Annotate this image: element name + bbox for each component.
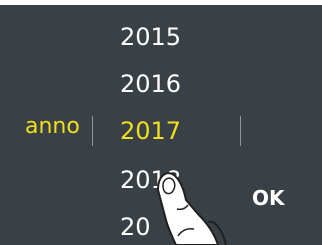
year-option-2016[interactable]: 2016: [120, 70, 220, 98]
selection-divider-right: [240, 116, 241, 146]
year-option-selected[interactable]: 2017: [120, 117, 220, 145]
year-option-2018[interactable]: 2018: [120, 166, 220, 194]
field-label-anno: anno: [25, 114, 80, 139]
selection-divider-left: [92, 116, 93, 146]
year-option-2015[interactable]: 2015: [120, 23, 220, 51]
top-edge: [0, 0, 322, 5]
ok-button[interactable]: OK: [252, 186, 285, 210]
year-option-next[interactable]: 20: [120, 213, 220, 241]
date-picker-screen: anno 2015 2016 2017 2018 20 OK: [0, 0, 322, 245]
